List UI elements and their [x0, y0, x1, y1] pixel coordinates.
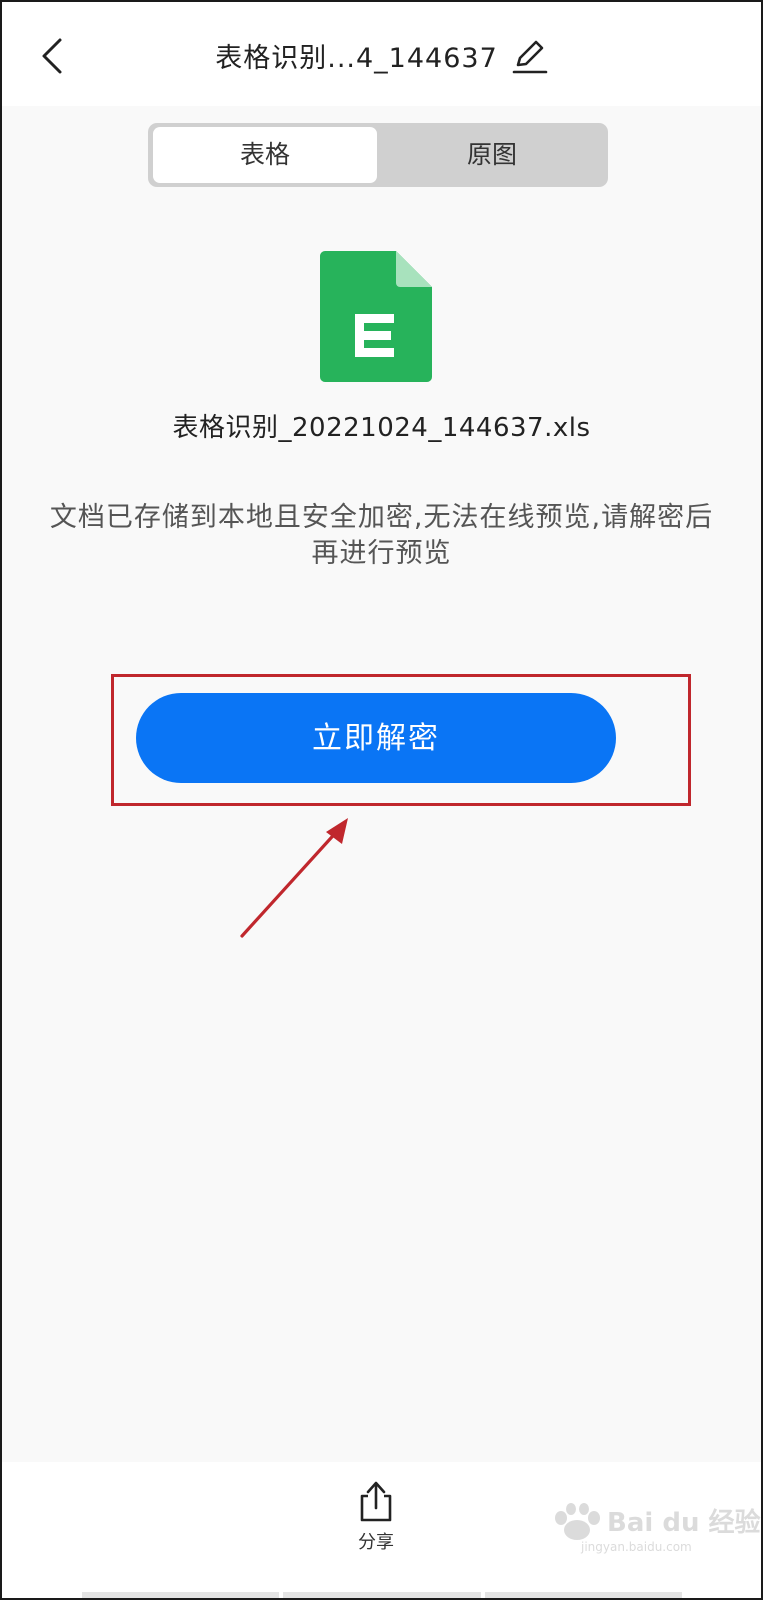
- excel-file-icon: [320, 251, 432, 382]
- app-screen: 表格识别...4_144637 表格 原图 表格识别_20221024_1446…: [0, 0, 763, 1600]
- baidu-jingyan-watermark: Bai du 经验 jingyan.baidu.com: [551, 1502, 761, 1562]
- page-title: 表格识别...4_144637: [215, 43, 498, 74]
- tab-table[interactable]: 表格: [153, 127, 377, 183]
- share-label: 分享: [358, 1532, 394, 1553]
- share-upload-icon: [360, 1481, 392, 1522]
- share-button[interactable]: 分享: [337, 1480, 415, 1560]
- watermark-url: jingyan.baidu.com: [581, 1540, 692, 1554]
- pencil-icon[interactable]: [512, 37, 548, 75]
- annotation-arrow-icon: [240, 818, 348, 938]
- encryption-notice: 文档已存储到本地且安全加密,无法在线预览,请解密后再进行预览: [49, 502, 714, 569]
- page-title-container: 表格识别...4_144637: [2, 36, 761, 75]
- bottom-edge-strip: [82, 1592, 682, 1598]
- tab-original-image[interactable]: 原图: [380, 127, 604, 183]
- view-segmented-control: 表格 原图: [148, 123, 608, 187]
- watermark-brand: Bai du 经验: [607, 1508, 761, 1538]
- file-name: 表格识别_20221024_144637.xls: [172, 413, 591, 443]
- paw-logo-icon: [555, 1503, 600, 1540]
- decrypt-now-button[interactable]: 立即解密: [136, 693, 616, 783]
- header-bar: 表格识别...4_144637: [2, 2, 761, 106]
